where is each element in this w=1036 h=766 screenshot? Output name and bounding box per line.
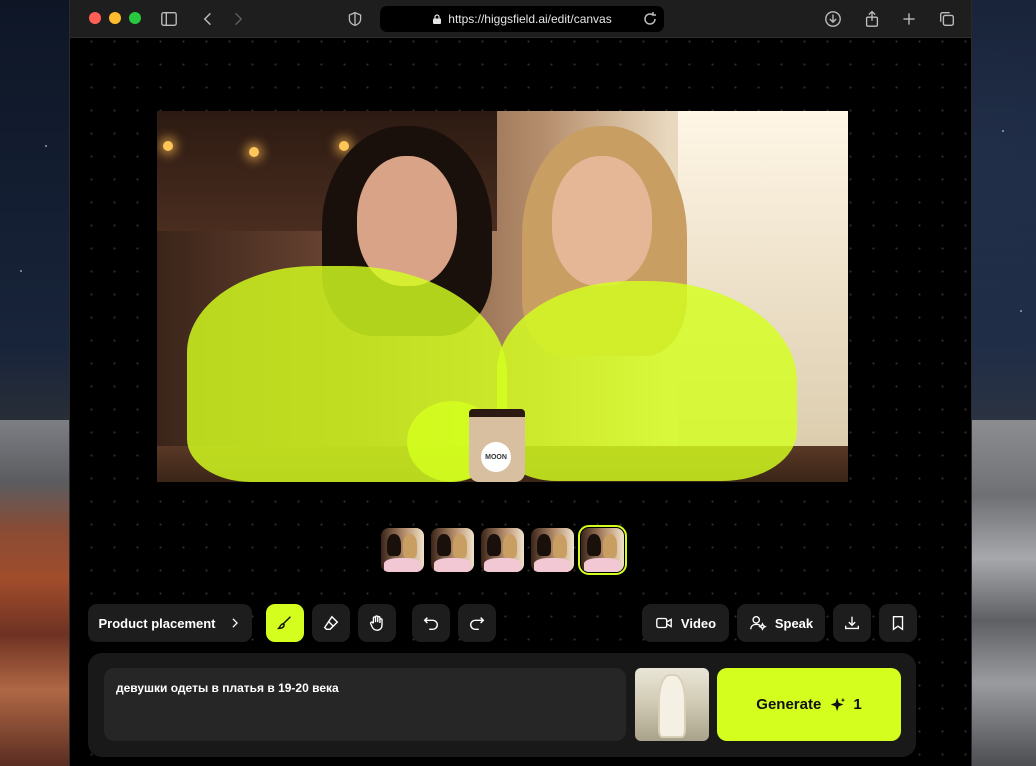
undo-button[interactable] <box>412 604 450 642</box>
chevron-right-icon <box>231 618 238 628</box>
star <box>45 145 47 147</box>
redo-icon <box>469 617 485 631</box>
video-label: Video <box>680 615 717 631</box>
reference-image-thumbnail[interactable] <box>635 668 709 741</box>
thumbnail-3[interactable] <box>481 528 524 572</box>
thumbnail-2[interactable] <box>431 528 474 572</box>
cup-logo: MOON <box>481 442 511 472</box>
maximize-window-button[interactable] <box>129 12 141 24</box>
credits-count: 1 <box>853 696 862 713</box>
bookmark-button[interactable] <box>879 604 917 642</box>
speak-button[interactable]: Speak <box>737 604 825 642</box>
new-tab-icon[interactable] <box>898 8 920 30</box>
hand-icon <box>370 615 383 631</box>
main-image[interactable]: MOON <box>157 111 848 482</box>
editor-canvas[interactable]: MOON Product placement Video Speak девуш… <box>70 39 971 766</box>
thumbnail-strip <box>381 525 627 575</box>
video-icon <box>656 617 672 629</box>
image-lamp <box>249 147 259 157</box>
speak-label: Speak <box>774 615 814 631</box>
thumbnail-4[interactable] <box>531 528 574 572</box>
minimize-window-button[interactable] <box>109 12 121 24</box>
share-icon[interactable] <box>861 8 883 30</box>
reload-icon[interactable] <box>642 11 658 27</box>
sparkle-icon <box>829 696 847 714</box>
star <box>1002 130 1004 132</box>
close-window-button[interactable] <box>89 12 101 24</box>
prompt-input[interactable]: девушки одеты в платья в 19-20 века <box>104 668 626 741</box>
bookmark-icon <box>892 616 904 631</box>
thumbnail-1[interactable] <box>381 528 424 572</box>
video-button[interactable]: Video <box>642 604 729 642</box>
reference-dress <box>660 676 684 736</box>
person-right-face <box>552 156 652 286</box>
image-lamp <box>339 141 349 151</box>
image-lamp <box>163 141 173 151</box>
star <box>1020 310 1022 312</box>
product-placement-label: Product placement <box>98 615 216 631</box>
eraser-icon <box>323 615 339 631</box>
browser-window: https://higgsfield.ai/edit/canvas MOON P… <box>69 0 972 766</box>
coffee-cup: MOON <box>469 409 525 482</box>
url-text: https://higgsfield.ai/edit/canvas <box>448 12 612 26</box>
brush-tool-button[interactable] <box>266 604 304 642</box>
brush-mask-right <box>497 281 797 481</box>
lock-icon <box>433 14 442 24</box>
desktop-rock-right <box>972 420 1036 766</box>
thumbnail-5-selected[interactable] <box>578 525 627 575</box>
download-button[interactable] <box>833 604 871 642</box>
star <box>20 270 22 272</box>
product-placement-button[interactable]: Product placement <box>88 604 252 642</box>
forward-icon[interactable] <box>227 8 249 30</box>
eraser-tool-button[interactable] <box>312 604 350 642</box>
brush-icon <box>276 616 291 630</box>
undo-icon <box>423 617 439 631</box>
prompt-panel: девушки одеты в платья в 19-20 века Gene… <box>88 653 916 757</box>
generate-button[interactable]: Generate 1 <box>717 668 901 741</box>
address-bar[interactable]: https://higgsfield.ai/edit/canvas <box>380 6 664 32</box>
download-icon[interactable] <box>822 8 844 30</box>
hand-tool-button[interactable] <box>358 604 396 642</box>
shield-icon[interactable] <box>344 8 366 30</box>
back-icon[interactable] <box>197 8 219 30</box>
redo-button[interactable] <box>458 604 496 642</box>
speak-icon <box>749 616 767 631</box>
sidebar-toggle-icon[interactable] <box>158 8 180 30</box>
desktop-rock-left <box>0 420 70 766</box>
generate-label: Generate <box>756 696 822 713</box>
download-icon <box>845 616 859 630</box>
browser-titlebar: https://higgsfield.ai/edit/canvas <box>70 0 971 38</box>
tab-overview-icon[interactable] <box>936 8 958 30</box>
